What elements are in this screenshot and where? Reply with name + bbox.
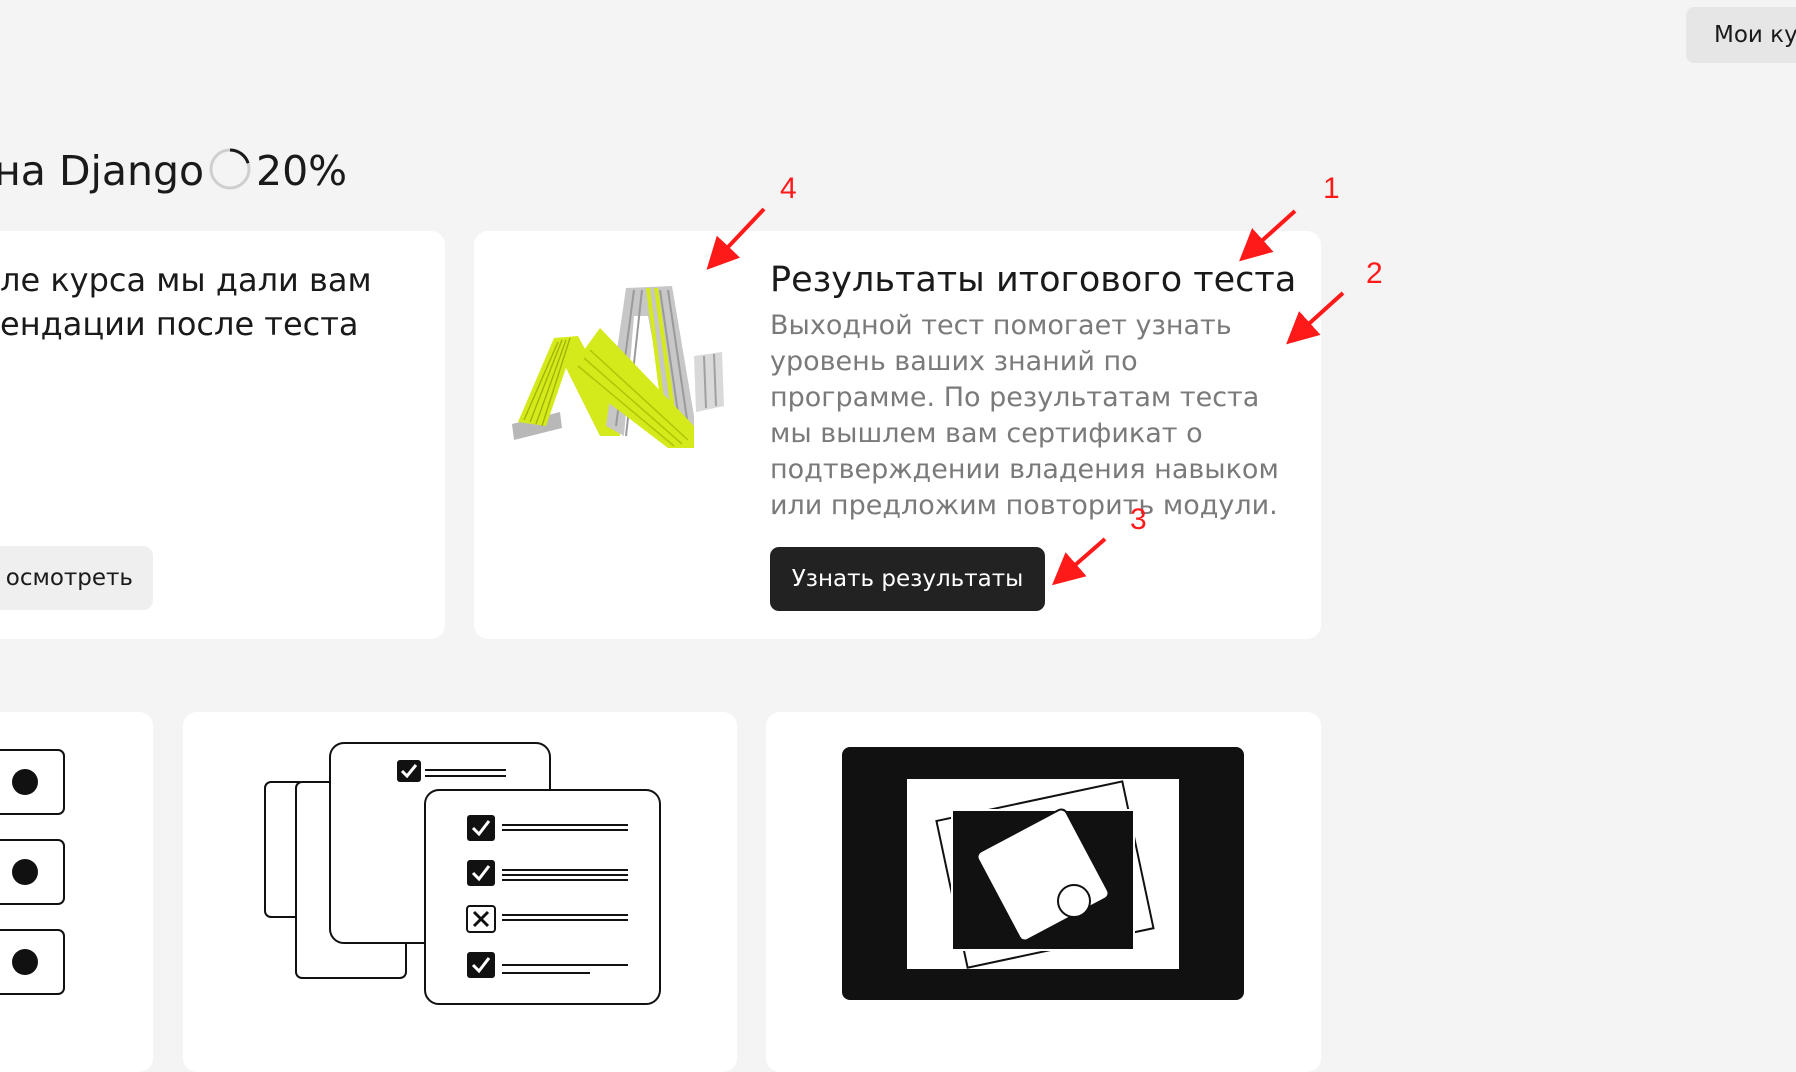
progress-percent: 20% [256, 147, 348, 195]
final-test-title: Результаты итогового теста [770, 260, 1297, 300]
recommendations-text-line: ле курса мы дали вам [0, 261, 372, 299]
my-courses-button[interactable]: Мои ку [1686, 7, 1796, 63]
annotation-number: 2 [1366, 257, 1383, 290]
recommendations-text-line: ендации после теста [0, 305, 359, 343]
radio-list-icon [0, 749, 65, 995]
yellow-ribbon-illustration-icon [512, 286, 724, 448]
recommendations-text: ле курса мы дали вам ендации после теста [0, 258, 372, 346]
annotation-number: 3 [1130, 503, 1147, 536]
annotation-number: 1 [1323, 172, 1340, 205]
course-title: на Django [0, 147, 205, 195]
final-test-description: Выходной тест помогает узнать уровень ва… [770, 310, 1279, 521]
annotation-number: 4 [780, 172, 797, 205]
frame-icon [842, 747, 1244, 1000]
view-button[interactable]: осмотреть [0, 546, 153, 610]
checklist-icon [264, 742, 661, 1005]
progress-ring-icon [209, 148, 251, 190]
show-results-button[interactable]: Узнать результаты [770, 547, 1045, 611]
